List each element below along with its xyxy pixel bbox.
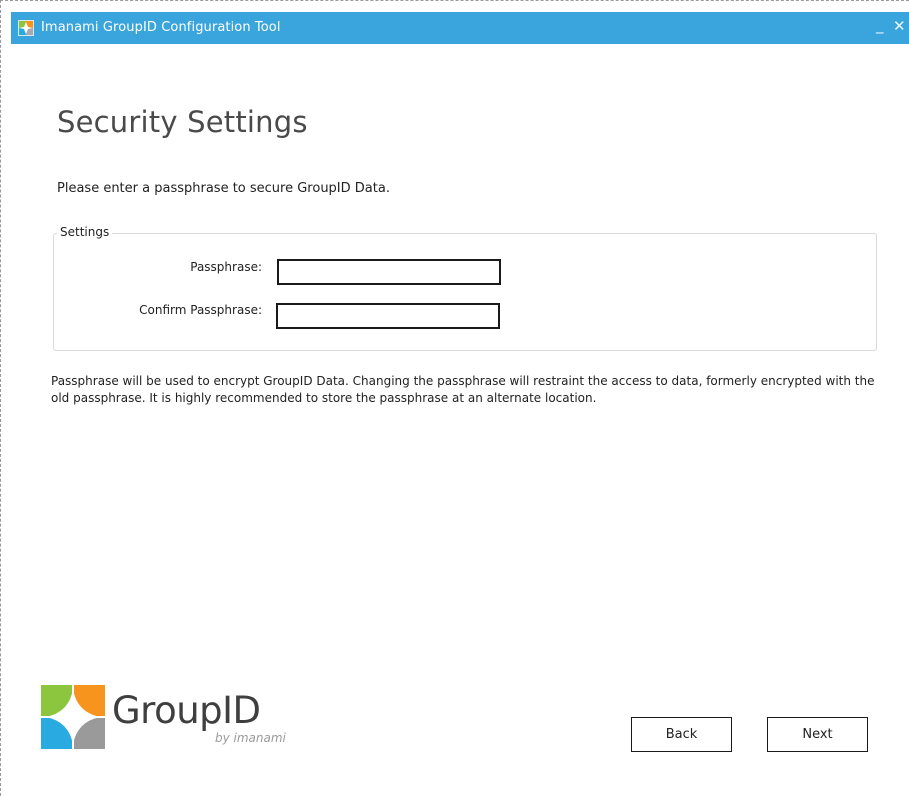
close-button[interactable]: ✕: [893, 17, 906, 35]
title-bar[interactable]: Imanami GroupID Configuration Tool _ ✕: [11, 12, 909, 44]
confirm-passphrase-input[interactable]: [276, 303, 500, 329]
passphrase-note: Passphrase will be used to encrypt Group…: [51, 374, 875, 405]
window-title: Imanami GroupID Configuration Tool: [41, 20, 281, 35]
settings-group: [53, 233, 877, 351]
groupid-logo-icon: [41, 685, 105, 749]
product-wordmark: GroupID: [112, 689, 261, 732]
page-title: Security Settings: [57, 105, 308, 139]
passphrase-input[interactable]: [277, 259, 501, 285]
back-button[interactable]: Back: [631, 717, 732, 752]
passphrase-label: Passphrase:: [190, 260, 262, 274]
minimize-button[interactable]: _: [876, 16, 884, 34]
configuration-window: Imanami GroupID Configuration Tool _ ✕ S…: [0, 0, 909, 796]
app-icon: [18, 20, 34, 36]
next-button[interactable]: Next: [767, 717, 868, 752]
vendor-byline: by imanami: [215, 731, 286, 745]
settings-group-legend: Settings: [57, 225, 113, 239]
confirm-passphrase-label: Confirm Passphrase:: [139, 303, 262, 317]
intro-text: Please enter a passphrase to secure Grou…: [57, 181, 390, 196]
